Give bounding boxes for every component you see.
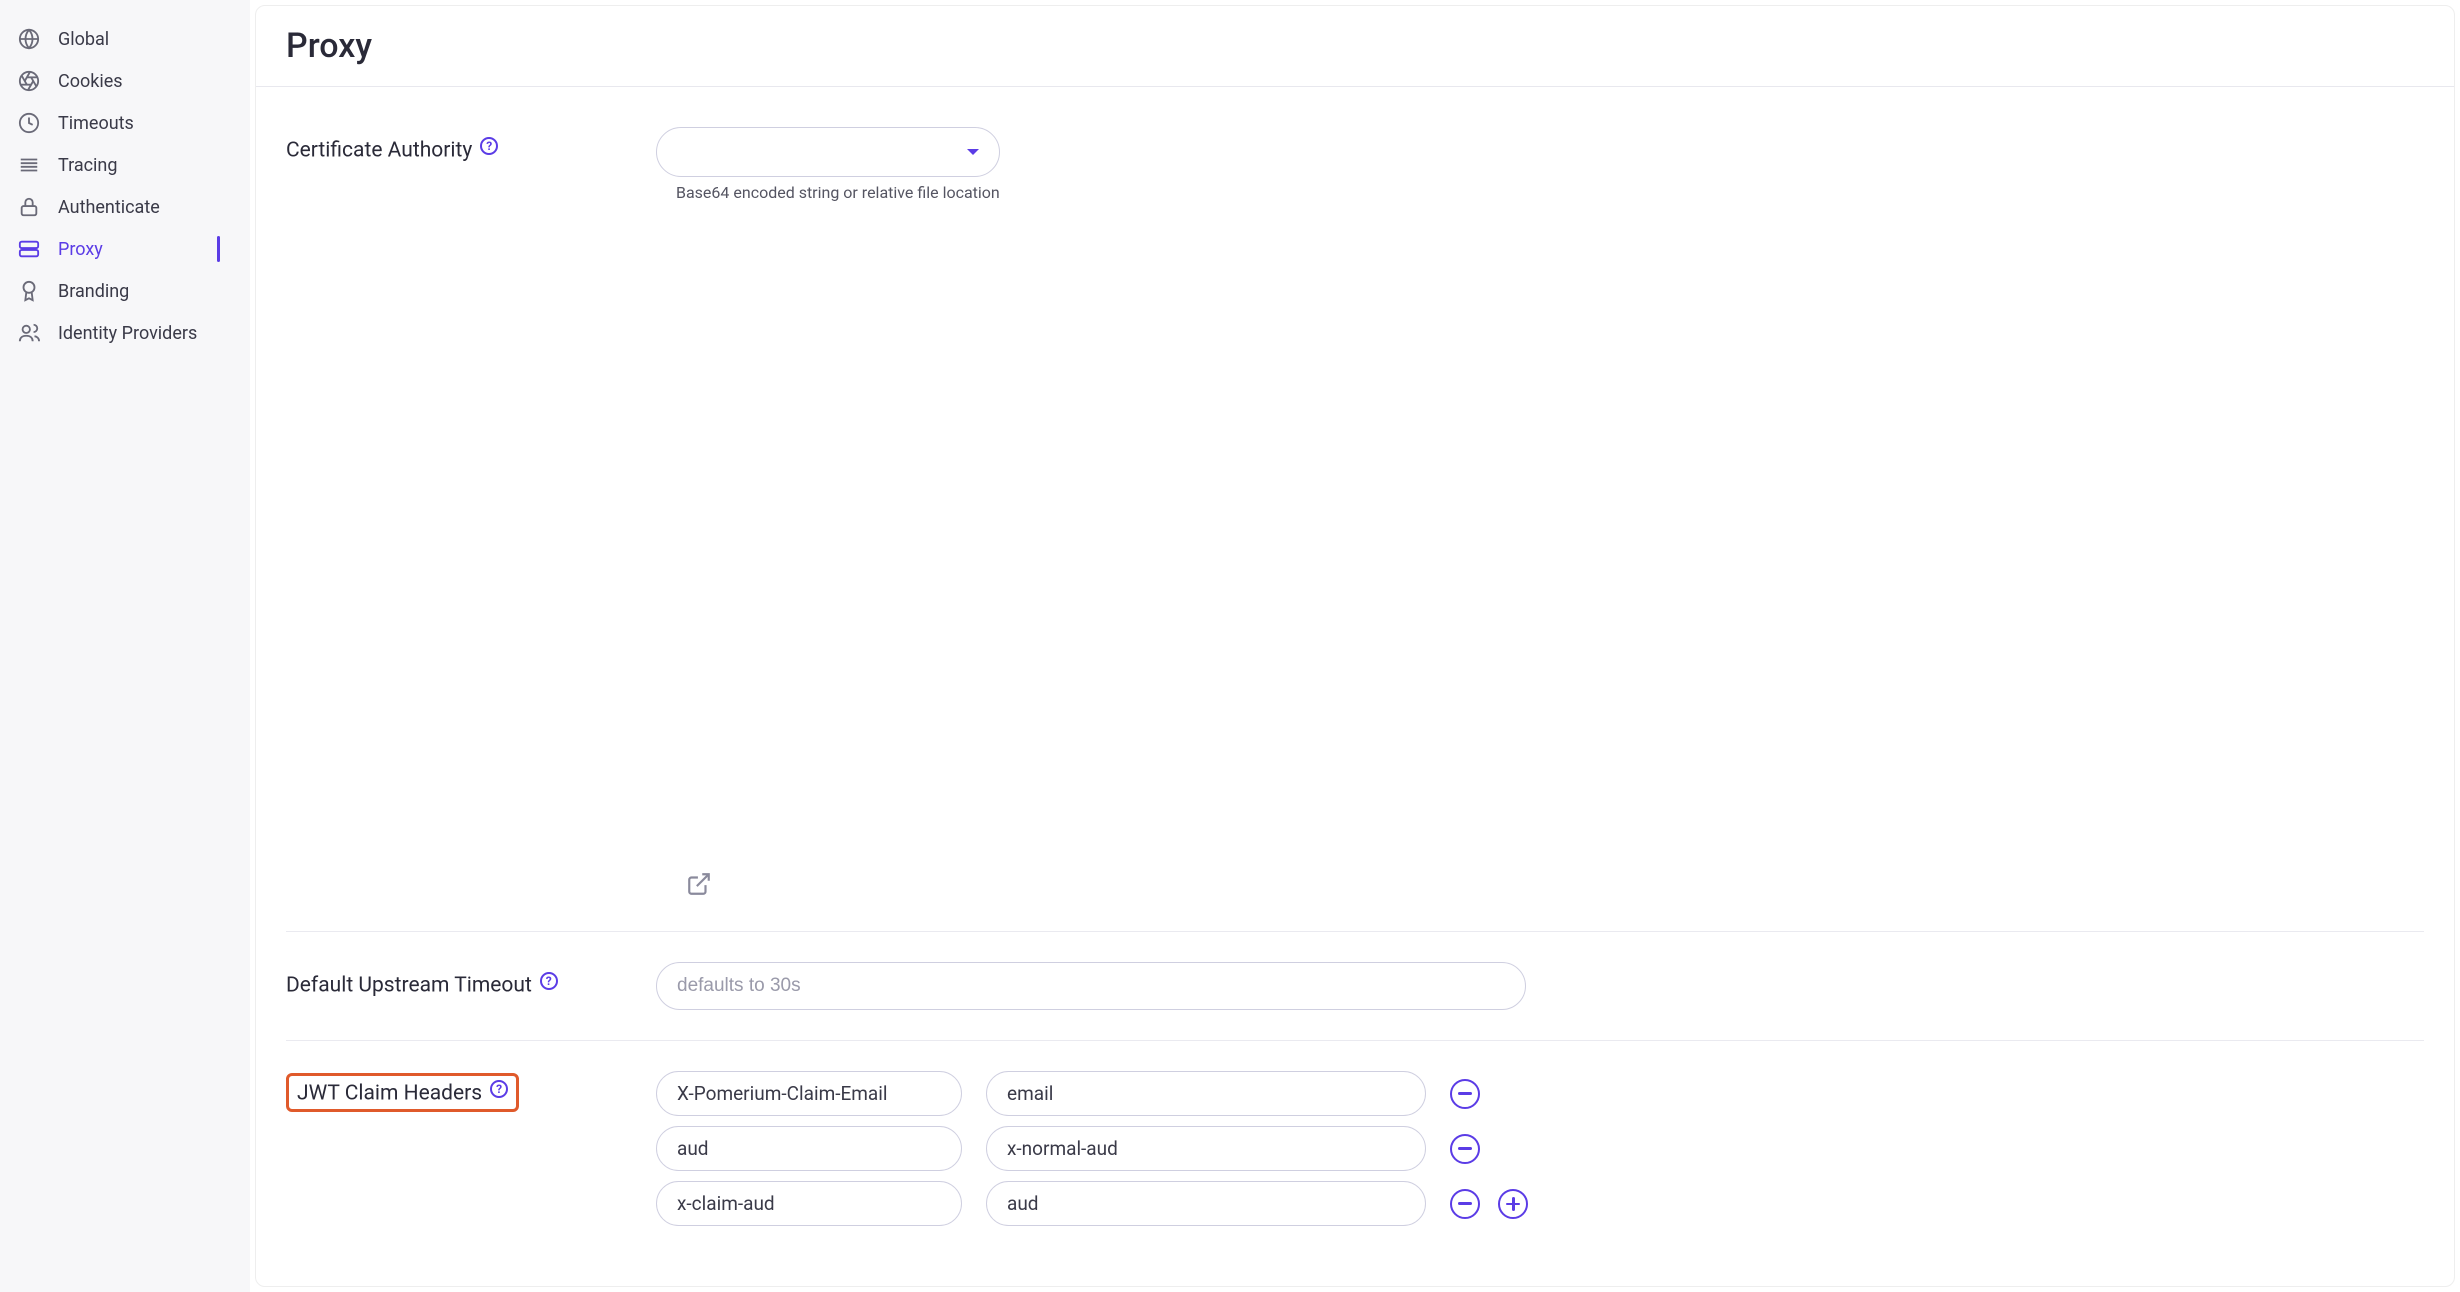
- page-header: Proxy: [256, 6, 2454, 87]
- remove-row-button[interactable]: [1450, 1189, 1480, 1219]
- label-col: JWT Claim Headers ?: [286, 1071, 656, 1112]
- certificate-authority-helper: Base64 encoded string or relative file l…: [676, 183, 1000, 202]
- row-jwt-claim-headers: JWT Claim Headers ?: [286, 1071, 2424, 1256]
- globe-icon: [18, 28, 40, 50]
- sidebar-item-label: Branding: [58, 281, 129, 302]
- input-col: Base64 encoded string or relative file l…: [656, 127, 2424, 901]
- sidebar: Global Cookies Timeouts Tracing Authenti…: [0, 0, 250, 1292]
- help-icon[interactable]: ?: [540, 972, 558, 990]
- sidebar-item-identity-providers[interactable]: Identity Providers: [0, 312, 250, 354]
- certificate-authority-select[interactable]: [656, 127, 1000, 177]
- sidebar-item-proxy[interactable]: Proxy: [0, 228, 250, 270]
- input-col: [656, 1071, 2424, 1226]
- row-certificate-authority: Certificate Authority ? Base64 encoded s…: [286, 127, 2424, 932]
- lock-icon: [18, 196, 40, 218]
- sidebar-item-label: Global: [58, 29, 109, 50]
- add-row-button[interactable]: [1498, 1189, 1528, 1219]
- certificate-authority-label: Certificate Authority: [286, 138, 472, 162]
- jwt-claim-key-input[interactable]: [656, 1126, 962, 1171]
- jwt-claim-value-input[interactable]: [986, 1071, 1426, 1116]
- external-link-icon[interactable]: [686, 871, 712, 901]
- label-col: Default Upstream Timeout ?: [286, 962, 656, 997]
- help-icon[interactable]: ?: [490, 1080, 508, 1098]
- jwt-claim-key-input[interactable]: [656, 1071, 962, 1116]
- sidebar-item-label: Cookies: [58, 71, 123, 92]
- sidebar-item-authenticate[interactable]: Authenticate: [0, 186, 250, 228]
- default-upstream-timeout-input[interactable]: [656, 962, 1526, 1010]
- sidebar-item-label: Tracing: [58, 155, 117, 176]
- row-default-upstream-timeout: Default Upstream Timeout ?: [286, 962, 2424, 1041]
- lines-icon: [18, 154, 40, 176]
- sidebar-item-cookies[interactable]: Cookies: [0, 60, 250, 102]
- sidebar-item-label: Authenticate: [58, 197, 160, 218]
- aperture-icon: [18, 70, 40, 92]
- sidebar-item-label: Identity Providers: [58, 323, 197, 344]
- page-title: Proxy: [286, 26, 2424, 66]
- jwt-claim-row: [656, 1126, 2424, 1171]
- jwt-claim-headers-label-highlight: JWT Claim Headers ?: [286, 1073, 519, 1112]
- jwt-claim-value-input[interactable]: [986, 1126, 1426, 1171]
- main-panel: Proxy Certificate Authority ? Base64 enc…: [255, 5, 2455, 1287]
- sidebar-item-label: Timeouts: [58, 113, 134, 134]
- server-icon: [18, 238, 40, 260]
- sidebar-item-global[interactable]: Global: [0, 18, 250, 60]
- sidebar-item-branding[interactable]: Branding: [0, 270, 250, 312]
- default-upstream-timeout-label: Default Upstream Timeout: [286, 973, 532, 997]
- form-content: Certificate Authority ? Base64 encoded s…: [256, 87, 2454, 1286]
- help-icon[interactable]: ?: [480, 137, 498, 155]
- users-icon: [18, 322, 40, 344]
- jwt-claim-value-input[interactable]: [986, 1181, 1426, 1226]
- input-col: [656, 962, 2424, 1010]
- clock-icon: [18, 112, 40, 134]
- remove-row-button[interactable]: [1450, 1079, 1480, 1109]
- jwt-claim-row: [656, 1181, 2424, 1226]
- sidebar-item-timeouts[interactable]: Timeouts: [0, 102, 250, 144]
- jwt-claim-headers-label: JWT Claim Headers: [297, 1081, 482, 1105]
- chevron-down-icon: [967, 149, 979, 155]
- jwt-claim-row: [656, 1071, 2424, 1116]
- remove-row-button[interactable]: [1450, 1134, 1480, 1164]
- jwt-claim-key-input[interactable]: [656, 1181, 962, 1226]
- award-icon: [18, 280, 40, 302]
- sidebar-item-label: Proxy: [58, 239, 103, 260]
- sidebar-item-tracing[interactable]: Tracing: [0, 144, 250, 186]
- label-col: Certificate Authority ?: [286, 127, 656, 162]
